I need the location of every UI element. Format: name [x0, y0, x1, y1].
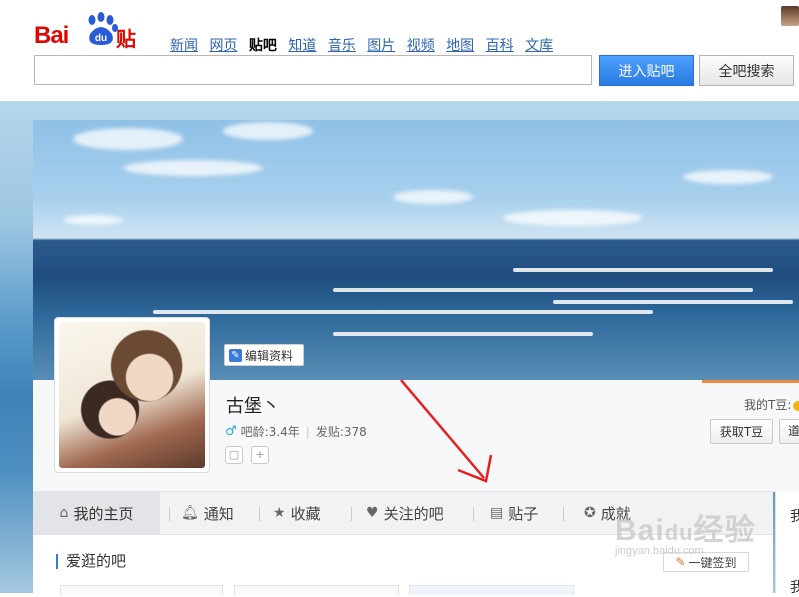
nav-link-music[interactable]: 音乐 [328, 38, 356, 54]
right-sidebar-title-2: 我 [790, 580, 799, 596]
star-icon: ★ [273, 505, 286, 521]
edit-profile-label: 编辑资料 [245, 348, 294, 363]
partial-button[interactable]: 道 [779, 419, 799, 444]
section-title: 爱逛的吧 [56, 554, 126, 569]
banner-cloud [63, 215, 123, 225]
user-avatar-small[interactable] [781, 6, 799, 26]
tab-favorites[interactable]: ★ 收藏 [273, 492, 321, 534]
banner-wave [513, 268, 773, 272]
tab-my-home[interactable]: ⌂ 我的主页 [33, 492, 160, 534]
banner-wave [153, 310, 653, 314]
search-input[interactable] [34, 55, 592, 85]
banner-cloud [683, 170, 773, 184]
banner-cloud [223, 122, 313, 140]
banner-cloud [73, 128, 183, 150]
tab-posts[interactable]: ▤ 贴子 [490, 492, 538, 534]
home-icon: ⌂ [59, 505, 69, 521]
profile-avatar[interactable] [54, 317, 210, 473]
tab-label: 收藏 [290, 504, 321, 523]
edit-profile-button[interactable]: ✎ 编辑资料 [224, 344, 304, 366]
bar-card[interactable] [234, 585, 399, 595]
tab-label: 通知 [203, 504, 234, 523]
tab-divider [259, 507, 260, 521]
tab-divider [473, 507, 474, 521]
nav-link-wenku[interactable]: 文库 [525, 38, 553, 54]
tab-divider [351, 507, 352, 521]
plus-icon[interactable]: + [251, 446, 269, 464]
heart-icon: ♥ [366, 505, 379, 521]
tab-notifications[interactable]: 🔔︎ 通知 [181, 492, 234, 534]
top-header: Bai du 贴吧 新闻 网页 贴吧 知道 音乐 图片 视频 地图 百科 文库 … [0, 0, 799, 102]
pen-icon: ✎ [675, 555, 686, 569]
bar-card[interactable] [60, 585, 223, 595]
right-sidebar-title: 我 [790, 509, 799, 525]
right-sidebar: 我 我 [775, 491, 799, 596]
nav-link-map[interactable]: 地图 [446, 38, 474, 54]
tab-label: 关注的吧 [383, 504, 444, 523]
username: 古堡丶 [226, 396, 280, 417]
avatar-image [59, 322, 205, 468]
nav-link-zhidao[interactable]: 知道 [288, 38, 316, 54]
bar-age-label: 吧龄:3.4年 [240, 425, 300, 439]
logo-bai-text: Bai [34, 22, 69, 49]
tab-divider [169, 507, 170, 521]
banner-wave [553, 300, 793, 304]
banner-cloud [393, 190, 473, 204]
bell-icon: 🔔︎ [181, 505, 199, 521]
tdou-balance: 我的T豆: [744, 396, 799, 413]
coin-icon [793, 400, 799, 411]
svg-text:du: du [95, 33, 107, 44]
profile-badges: ▢ + [225, 446, 269, 464]
watermark: Baidu经验 jingyan.baidu.com [615, 514, 756, 557]
stats-divider: | [305, 424, 310, 439]
nav-link-video[interactable]: 视频 [407, 38, 435, 54]
bar-card[interactable] [409, 585, 574, 595]
nav-link-tieba[interactable]: 贴吧 [249, 38, 277, 54]
nav-link-images[interactable]: 图片 [367, 38, 395, 54]
profile-stats: ♂ 吧龄:3.4年 | 发贴:378 [225, 423, 367, 440]
pencil-icon: ✎ [229, 348, 242, 362]
enter-tieba-button[interactable]: 进入贴吧 [599, 55, 694, 86]
tab-label: 贴子 [508, 504, 539, 523]
document-icon: ▤ [490, 505, 504, 521]
banner-wave [333, 332, 593, 336]
post-count-label: 发贴:378 [315, 425, 367, 439]
nav-link-baike[interactable]: 百科 [486, 38, 514, 54]
id-card-icon[interactable]: ▢ [225, 446, 243, 464]
tdou-label: 我的T豆: [744, 398, 792, 412]
baidu-tieba-logo[interactable]: Bai du 贴吧 [34, 12, 154, 80]
male-icon: ♂ [225, 424, 237, 439]
banner-wave [333, 288, 753, 292]
nav-link-web[interactable]: 网页 [209, 38, 237, 54]
paw-icon: du [88, 12, 118, 45]
search-all-button[interactable]: 全吧搜索 [699, 55, 794, 86]
progress-accent-bar [702, 380, 799, 383]
tab-divider [563, 507, 564, 521]
banner-cloud [123, 160, 263, 176]
tab-followed-bars[interactable]: ♥ 关注的吧 [366, 492, 444, 534]
nav-link-news[interactable]: 新闻 [170, 38, 198, 54]
banner-cloud [503, 210, 643, 226]
top-nav: 新闻 网页 贴吧 知道 音乐 图片 视频 地图 百科 文库 [170, 35, 560, 55]
badge-icon: ✪ [584, 505, 596, 521]
get-tdou-button[interactable]: 获取T豆 [710, 419, 773, 444]
tab-label: 我的主页 [73, 504, 134, 523]
